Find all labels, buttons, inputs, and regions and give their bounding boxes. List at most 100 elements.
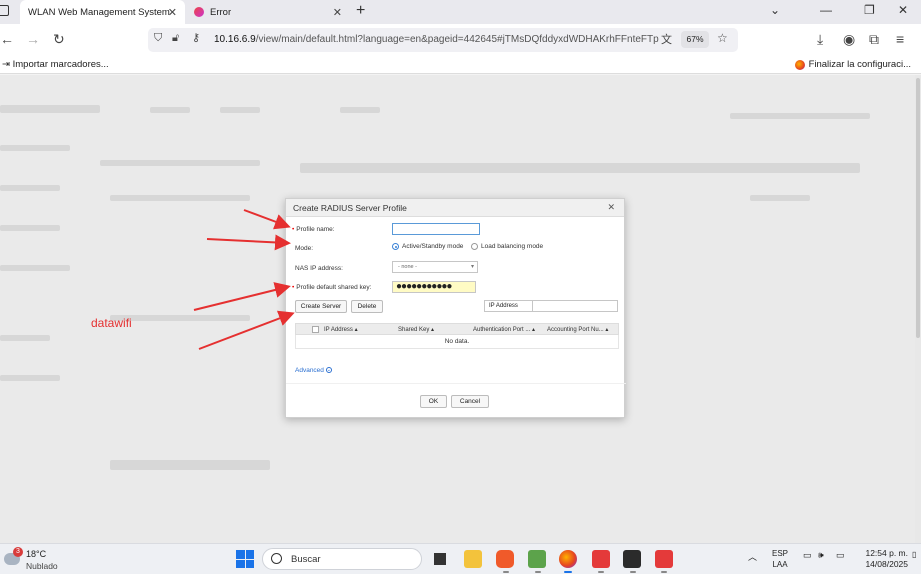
bookmarks-bar: ⇥ Importar marcadores... Finalizar la co… [0, 56, 921, 74]
running-indicator [661, 571, 667, 573]
profile-name-input[interactable] [392, 223, 480, 235]
mode-load-balancing-radio[interactable]: Load balancing mode [471, 243, 543, 250]
finish-setup-link[interactable]: Finalizar la configuraci... [794, 59, 911, 70]
battery-icon[interactable]: ▭ [836, 550, 845, 561]
shield-icon[interactable]: ⛉ [154, 32, 162, 45]
dialog-header: Create RADIUS Server Profile ✕ [286, 199, 624, 217]
dialog-divider [286, 383, 626, 384]
taskbar-search-placeholder: Buscar [291, 554, 321, 565]
anydesk-icon[interactable] [655, 550, 673, 568]
ok-button[interactable]: OK [420, 395, 447, 408]
mode-label: Mode: [295, 245, 314, 252]
annotation-label: datawifi [91, 316, 132, 330]
bookmark-star-icon[interactable]: ☆ [717, 31, 728, 45]
tab-wlan[interactable]: WLAN Web Management System ✕ [20, 0, 185, 24]
menu-icon[interactable]: ≡ [896, 31, 904, 47]
forward-icon[interactable]: → [26, 31, 40, 47]
import-icon: ⇥ [2, 59, 13, 70]
terminal-icon[interactable] [623, 550, 641, 568]
running-indicator [630, 571, 636, 573]
anydesk-icon[interactable] [592, 550, 610, 568]
taskbar-search[interactable]: Buscar [262, 548, 422, 570]
weather-desc: Nublado [26, 561, 58, 571]
import-bookmarks-link[interactable]: ⇥ Importar marcadores... [2, 59, 109, 70]
browser-navbar: ← → ↻ ⛉ 🔓︎ ⚷ 10.16.6.9/view/main/default… [0, 24, 921, 56]
col-acct-port[interactable]: Accounting Port Nu... ▴ [547, 326, 608, 333]
tab-overflow-icon[interactable]: ⌄ [770, 3, 780, 17]
import-bookmarks-label: Importar marcadores... [12, 59, 109, 70]
language-indicator[interactable]: ESP LAA [772, 548, 788, 570]
windows-taskbar: 3 18°C Nublado Buscar ︿ ESP LAA ▭ 🕪︎ ▭ 1… [0, 543, 921, 574]
expand-icon: ⌄ [325, 367, 332, 374]
create-radius-dialog: Create RADIUS Server Profile ✕ • Profile … [285, 198, 626, 418]
advanced-link[interactable]: Advanced ⌄ [295, 367, 332, 374]
error-tab-icon [194, 7, 204, 17]
col-ip-address[interactable]: IP Address ▴ [324, 326, 358, 333]
shared-key-input[interactable]: ●●●●●●●●●●● [392, 281, 476, 293]
extensions-icon[interactable]: ⧉ [869, 31, 879, 48]
radio-selected-icon [392, 243, 399, 250]
close-icon[interactable]: ✕ [607, 202, 615, 213]
table-empty-message: No data. [295, 335, 619, 349]
create-server-button[interactable]: Create Server [295, 300, 347, 313]
account-icon[interactable]: ◉ [843, 31, 855, 48]
col-auth-port[interactable]: Authentication Port ... ▴ [473, 326, 535, 333]
tab-wlan-label: WLAN Web Management System [28, 6, 170, 18]
close-tab-icon[interactable]: ✕ [168, 6, 177, 19]
nas-ip-label: NAS IP address: [295, 265, 343, 272]
downloads-icon[interactable]: ⤓ [817, 31, 823, 48]
weather-widget[interactable]: 3 18°C Nublado [4, 547, 74, 572]
delete-button[interactable]: Delete [351, 300, 383, 313]
lock-icon[interactable]: 🔓︎ [172, 32, 179, 45]
running-indicator [598, 571, 604, 573]
url-path: /view/main/default.html?language=en&page… [255, 34, 659, 45]
shared-key-label: • Profile default shared key: [292, 284, 372, 291]
system-clock[interactable]: 12:54 p. m. 14/08/2025 [858, 548, 908, 570]
volume-icon[interactable]: 🕪︎ [818, 550, 824, 561]
brave-icon[interactable] [496, 550, 514, 568]
file-explorer-icon[interactable] [464, 550, 482, 568]
finish-setup-label: Finalizar la configuraci... [808, 59, 911, 70]
mode-active-standby-radio[interactable]: Active/Standby mode [392, 243, 463, 250]
running-indicator [535, 571, 541, 573]
notification-badge: 3 [13, 547, 23, 557]
tab-list-icon[interactable] [0, 5, 9, 16]
address-bar[interactable]: ⛉ 🔓︎ ⚷ 10.16.6.9/view/main/default.html?… [148, 28, 738, 52]
dialog-title: Create RADIUS Server Profile [293, 203, 407, 213]
page-scrollbar-thumb[interactable] [916, 78, 920, 338]
zoom-level[interactable]: 67% [681, 31, 709, 48]
chevron-down-icon: ▾ [470, 264, 474, 270]
col-shared-key[interactable]: Shared Key ▴ [398, 326, 434, 333]
app-icon[interactable] [528, 550, 546, 568]
notifications-icon[interactable]: ▯ [912, 550, 916, 559]
task-view-icon[interactable] [431, 550, 449, 568]
nas-ip-select[interactable]: - none - ▾ [392, 261, 478, 273]
nas-ip-value: - none - [398, 264, 417, 270]
back-icon[interactable]: ← [0, 31, 14, 47]
url-text: 10.16.6.9/view/main/default.html?languag… [214, 34, 664, 45]
chevron-up-icon[interactable]: ︿ [748, 550, 757, 563]
minimize-icon[interactable]: — [820, 3, 832, 17]
running-indicator [503, 571, 509, 573]
search-icon [271, 553, 282, 564]
filter-field-select[interactable]: IP Address [484, 300, 532, 312]
cancel-button[interactable]: Cancel [451, 395, 489, 408]
filter-search-input[interactable] [532, 300, 618, 312]
windows-start-icon[interactable] [236, 550, 254, 568]
tab-error[interactable]: Error ✕ [190, 0, 350, 24]
browser-tabstrip: WLAN Web Management System ✕ Error ✕ + ⌄… [0, 0, 921, 24]
new-tab-icon[interactable]: + [356, 2, 365, 20]
server-table-header: IP Address ▴ Shared Key ▴ Authentication… [295, 323, 619, 335]
reload-icon[interactable]: ↻ [53, 31, 65, 48]
firefox-icon [794, 59, 805, 70]
network-icon[interactable]: ▭ [803, 550, 812, 561]
weather-temp: 18°C [26, 549, 47, 559]
close-tab-icon[interactable]: ✕ [333, 6, 342, 19]
close-window-icon[interactable]: ✕ [898, 3, 908, 17]
url-host: 10.16.6.9 [214, 34, 256, 45]
key-icon[interactable]: ⚷ [192, 31, 200, 44]
firefox-icon[interactable] [559, 550, 577, 568]
translate-icon[interactable]: 文 [661, 31, 672, 47]
select-all-checkbox[interactable] [312, 326, 319, 333]
restore-icon[interactable]: ❐ [864, 3, 875, 17]
